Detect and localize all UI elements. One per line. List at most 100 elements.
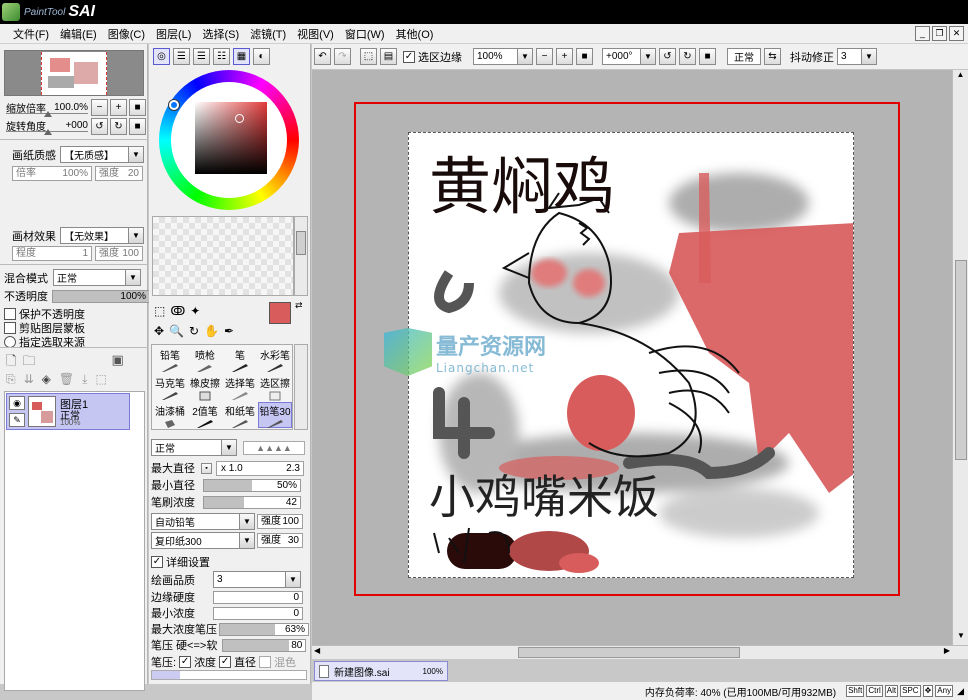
- brush-texture-strength-field[interactable]: 强度 30: [257, 533, 303, 548]
- swatch-area[interactable]: [152, 216, 294, 296]
- close-icon[interactable]: ✕: [949, 26, 964, 41]
- hsv-slider-tab-icon[interactable]: ☰: [193, 48, 210, 65]
- brush-washi[interactable]: 和纸笔: [223, 402, 257, 428]
- paper-effect-strength-field[interactable]: 强度 100: [95, 246, 143, 261]
- lock-pen-icon[interactable]: ✎: [9, 413, 25, 427]
- color-wheel[interactable]: [159, 70, 299, 210]
- edge-hardness-slider[interactable]: 0: [213, 590, 303, 604]
- color-mixer-tab-icon[interactable]: ☷: [213, 48, 230, 65]
- layer-item[interactable]: ◉ ✎ 图层1 正常 100%: [6, 393, 130, 430]
- paper-ratio-field[interactable]: 倍率 100%: [12, 166, 92, 181]
- navigator-preview[interactable]: [4, 50, 144, 96]
- flatten-icon[interactable]: ⬚: [95, 372, 106, 387]
- deselect-icon[interactable]: ⬚: [360, 48, 377, 65]
- zoom-in-icon[interactable]: +: [110, 99, 127, 116]
- toolbar-mode-button[interactable]: 正常: [727, 48, 761, 65]
- vertical-scrollbar[interactable]: ▲ ▼: [952, 70, 968, 645]
- merge-down-icon[interactable]: ⤓: [82, 372, 87, 387]
- minimize-icon[interactable]: _: [915, 26, 930, 41]
- primary-color-swatch[interactable]: [269, 302, 291, 324]
- menu-edit[interactable]: 编辑(E): [55, 26, 103, 42]
- scratchpad-tab-icon[interactable]: ◐: [253, 48, 270, 65]
- min-diameter-slider[interactable]: 50%: [203, 478, 301, 492]
- hand-icon[interactable]: ✋: [204, 324, 219, 338]
- swap-colors-icon[interactable]: ⇄: [295, 300, 303, 311]
- detail-settings-row[interactable]: ✓ 详细设置: [151, 554, 210, 570]
- brush-marker[interactable]: 马克笔: [153, 374, 187, 400]
- menu-other[interactable]: 其他(O): [391, 26, 440, 42]
- color-wheel-tab-icon[interactable]: ◎: [153, 48, 170, 65]
- brush-shape-dropdown[interactable]: 自动铅笔 ▼: [151, 513, 255, 530]
- min-density-slider[interactable]: 0: [213, 606, 303, 620]
- zoom-slider[interactable]: [6, 111, 88, 117]
- move-icon[interactable]: ✥: [154, 324, 164, 338]
- toolbar-zoom-reset-icon[interactable]: ■: [576, 48, 593, 65]
- rect-select-icon[interactable]: ⬚: [154, 304, 165, 318]
- canvas-viewport[interactable]: 黄焖鸡 小鸡嘴米饭 量产资源网 Liangchan.net: [312, 70, 952, 645]
- toolbar-rotate-reset-icon[interactable]: ■: [699, 48, 716, 65]
- brush-eraser[interactable]: 橡皮擦: [188, 374, 222, 401]
- brush-mode-dropdown[interactable]: 正常 ▼: [151, 439, 237, 456]
- eyedropper-icon[interactable]: ✒: [224, 324, 234, 338]
- zoom-reset-icon[interactable]: ■: [129, 99, 146, 116]
- paper-texture-dropdown[interactable]: 【无质感】 ▼: [60, 146, 144, 163]
- document-tab[interactable]: 新建图像.sai 100%: [314, 661, 448, 681]
- brush-texture-dropdown[interactable]: 复印纸300 ▼: [151, 532, 255, 549]
- diameter-menu-icon[interactable]: ▪: [201, 462, 212, 474]
- brush-watercolor[interactable]: 水彩笔: [258, 346, 292, 372]
- brush-scrollbar[interactable]: [294, 344, 308, 430]
- menu-layer[interactable]: 图层(L): [151, 26, 197, 42]
- flip-icon[interactable]: ⇆: [764, 48, 781, 65]
- clip-mask-checkbox[interactable]: [4, 322, 16, 334]
- menu-file[interactable]: 文件(F): [8, 26, 55, 42]
- scroll-right-icon[interactable]: ▶: [944, 646, 950, 655]
- resize-grip-icon[interactable]: ◢: [957, 686, 964, 697]
- toolbar-zoom-in-icon[interactable]: +: [556, 48, 573, 65]
- menu-view[interactable]: 视图(V): [292, 26, 340, 42]
- opacity-slider[interactable]: 100%: [52, 289, 150, 303]
- selection-edge-checkbox[interactable]: ✓: [403, 50, 415, 63]
- stabilizer-dropdown[interactable]: 3 ▼: [837, 48, 877, 65]
- paper-effect-dropdown[interactable]: 【无效果】 ▼: [60, 227, 144, 244]
- brush-pencil[interactable]: 铅笔: [153, 346, 187, 372]
- brush-select-pen[interactable]: 选择笔: [223, 374, 257, 400]
- brush-tip-shapes[interactable]: ▲▲▲▲: [243, 440, 305, 455]
- restore-icon[interactable]: ❐: [932, 26, 947, 41]
- toolbar-rotate-right-icon[interactable]: ↻: [679, 48, 696, 65]
- menu-image[interactable]: 图像(C): [103, 26, 151, 42]
- pressure-slider[interactable]: 80: [222, 638, 307, 652]
- paper-degree-field[interactable]: 程度 1: [12, 246, 92, 261]
- rotate-reset-icon[interactable]: ■: [129, 118, 146, 135]
- horizontal-scroll-thumb[interactable]: [518, 647, 740, 658]
- lasso-icon[interactable]: ↂ: [170, 304, 185, 318]
- rotate-slider[interactable]: [6, 129, 88, 135]
- menu-select[interactable]: 选择(S): [197, 26, 245, 42]
- rgb-slider-tab-icon[interactable]: ☰: [173, 48, 190, 65]
- brush-select-eraser[interactable]: 选区擦: [258, 374, 292, 401]
- brush-airbrush[interactable]: 喷枪: [188, 346, 222, 372]
- toolbar-zoom-dropdown[interactable]: 100% ▼: [473, 48, 533, 65]
- swatch-scrollbar[interactable]: [294, 216, 308, 296]
- paper-strength-field[interactable]: 强度 20: [95, 166, 143, 181]
- new-folder-icon[interactable]: 🗀: [22, 352, 35, 374]
- color-square[interactable]: [195, 102, 267, 174]
- horizontal-scrollbar[interactable]: ◀ ▶: [312, 645, 968, 659]
- detail-settings-checkbox[interactable]: ✓: [151, 556, 163, 568]
- scroll-up-icon[interactable]: ▲: [953, 70, 968, 84]
- toolbar-rotate-left-icon[interactable]: ↺: [659, 48, 676, 65]
- new-layer-icon[interactable]: 🗋: [6, 352, 16, 374]
- copy-layer-icon[interactable]: ⎘: [6, 372, 16, 387]
- menu-filter[interactable]: 滤镜(T): [245, 26, 292, 42]
- brush-pen[interactable]: 笔: [223, 346, 257, 372]
- scroll-down-icon[interactable]: ▼: [953, 631, 968, 645]
- toolbar-zoom-out-icon[interactable]: −: [536, 48, 553, 65]
- undo-icon[interactable]: ↶: [314, 48, 331, 65]
- vertical-scroll-thumb[interactable]: [955, 260, 967, 460]
- rotate-right-icon[interactable]: ↻: [110, 118, 127, 135]
- pressure-diameter-checkbox[interactable]: ✓: [219, 656, 232, 668]
- max-density-pressure-slider[interactable]: 63%: [219, 622, 309, 636]
- toolbar-angle-dropdown[interactable]: +000° ▼: [602, 48, 656, 65]
- redo-icon[interactable]: ↷: [334, 48, 351, 65]
- brush-shape-strength-field[interactable]: 强度 100: [257, 514, 303, 529]
- eraser-layer-icon[interactable]: ◈: [42, 372, 51, 387]
